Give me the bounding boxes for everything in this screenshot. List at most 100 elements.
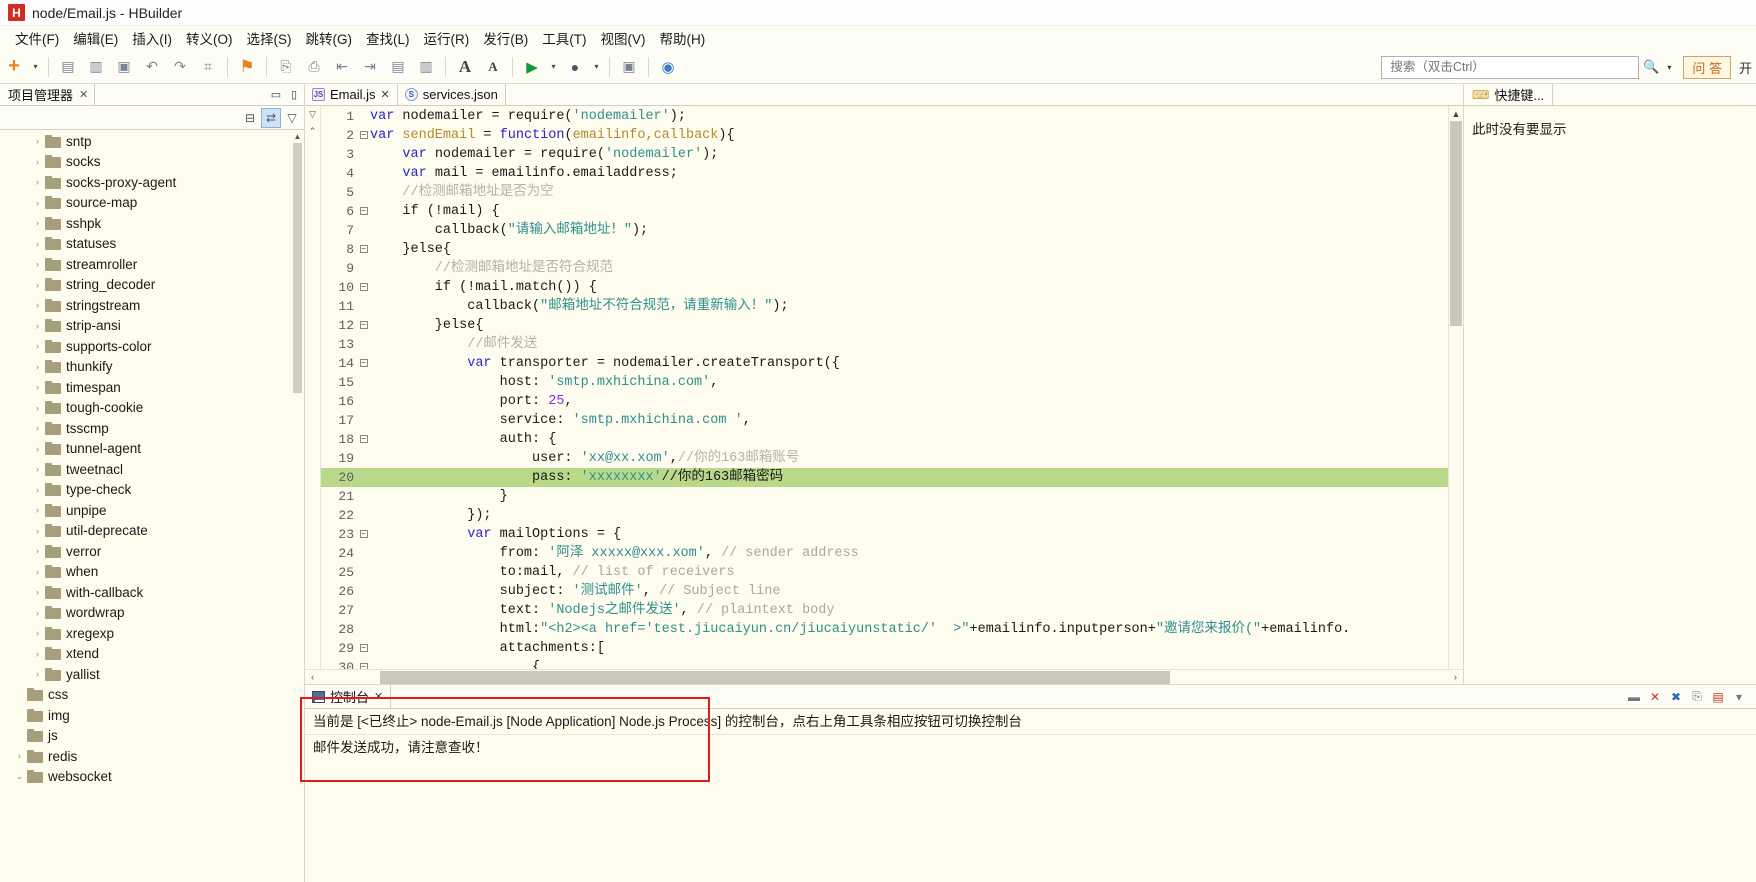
search-icon[interactable]: 🔍 <box>1639 56 1663 79</box>
comment-icon[interactable]: ▤ <box>385 54 411 80</box>
chevron-right-icon[interactable]: › <box>30 218 45 228</box>
tree-item[interactable]: › wordwrap <box>0 603 304 624</box>
chevron-right-icon[interactable]: › <box>30 239 45 249</box>
chevron-right-icon[interactable]: › <box>30 198 45 208</box>
code-line[interactable]: 22 }); <box>321 506 1448 525</box>
code-line[interactable]: 7 callback("请输入邮箱地址！"); <box>321 221 1448 240</box>
chevron-right-icon[interactable]: › <box>30 341 45 351</box>
chevron-right-icon[interactable]: › <box>30 259 45 269</box>
tree-item[interactable]: › timespan <box>0 377 304 398</box>
tree-item[interactable]: › tough-cookie <box>0 398 304 419</box>
scroll-right-icon[interactable]: › <box>1448 672 1463 682</box>
scrollbar-thumb[interactable] <box>1450 121 1462 326</box>
new-plus-icon[interactable]: + <box>1 54 27 80</box>
decrease-font-icon[interactable]: A <box>480 54 506 80</box>
chevron-right-icon[interactable]: › <box>30 177 45 187</box>
fold-toggle-icon[interactable]: − <box>357 240 370 259</box>
project-tree[interactable]: ▲ › sntp › socks › socks-proxy-agent › source-m… <box>0 130 304 882</box>
tree-item[interactable]: › with-callback <box>0 582 304 603</box>
code-line[interactable]: 2− var sendEmail = function(emailinfo,cal… <box>321 126 1448 145</box>
save-icon[interactable]: ▤ <box>55 54 81 80</box>
chevron-right-icon[interactable]: › <box>30 280 45 290</box>
chevron-down-icon[interactable]: ⌄ <box>12 771 27 782</box>
fold-toggle-icon[interactable]: − <box>357 278 370 297</box>
tree-item[interactable]: › yallist <box>0 664 304 685</box>
scrollbar-thumb[interactable] <box>380 670 1170 684</box>
search-dropdown-caret-icon[interactable]: ▾ <box>1663 63 1675 72</box>
tree-item[interactable]: › xtend <box>0 644 304 665</box>
chevron-right-icon[interactable]: › <box>30 464 45 474</box>
hscroll-track[interactable] <box>320 670 1448 684</box>
chevron-right-icon[interactable]: › <box>30 608 45 618</box>
tree-item[interactable]: ⌄ websocket <box>0 767 304 788</box>
preview-icon[interactable]: ▣ <box>616 54 642 80</box>
scroll-top-icon[interactable]: ⌃ <box>309 126 317 137</box>
chevron-right-icon[interactable]: › <box>30 567 45 577</box>
tree-item[interactable]: › verror <box>0 541 304 562</box>
fold-toggle-icon[interactable]: − <box>357 202 370 221</box>
editor-vertical-scrollbar[interactable]: ▲ ▼ <box>1448 106 1463 684</box>
menu-goto[interactable]: 跳转(G) <box>299 26 360 50</box>
tab-console[interactable]: 控制台 ✕ <box>305 685 392 709</box>
tree-item[interactable]: › string_decoder <box>0 275 304 296</box>
chevron-right-icon[interactable]: › <box>30 157 45 167</box>
vscroll-track[interactable] <box>1449 121 1463 669</box>
run-dropdown-caret-icon[interactable]: ▾ <box>547 54 560 80</box>
tree-item[interactable]: › tunnel-agent <box>0 439 304 460</box>
tree-item[interactable]: › unpipe <box>0 500 304 521</box>
pin-console-icon[interactable]: ▤ <box>1711 690 1725 704</box>
minimize-icon[interactable]: ▭ <box>270 88 282 101</box>
chevron-right-icon[interactable]: › <box>30 649 45 659</box>
tree-item[interactable]: › socks <box>0 152 304 173</box>
scroll-left-icon[interactable]: ‹ <box>305 672 320 682</box>
code-line[interactable]: 12− }else{ <box>321 316 1448 335</box>
code-editor[interactable]: ▽ ⌃ 1 var nodemailer = require('nodemaile… <box>305 106 1463 684</box>
console-output[interactable]: 当前是 [<已终止> node-Email.js [Node Applicati… <box>305 709 1756 882</box>
chevron-right-icon[interactable]: › <box>30 321 45 331</box>
code-line[interactable]: 14− var transporter = nodemailer.createT… <box>321 354 1448 373</box>
code-line[interactable]: 29− attachments:[ <box>321 639 1448 658</box>
chevron-right-icon[interactable]: › <box>30 546 45 556</box>
tree-item[interactable]: › type-check <box>0 480 304 501</box>
tree-item[interactable]: › when <box>0 562 304 583</box>
code-line[interactable]: 17 service: 'smtp.mxhichina.com ', <box>321 411 1448 430</box>
menu-edit[interactable]: 编辑(E) <box>66 26 125 50</box>
tree-item[interactable]: img <box>0 705 304 726</box>
code-line[interactable]: 5 //检测邮箱地址是否为空 <box>321 183 1448 202</box>
previous-edit-icon[interactable]: ⎘ <box>273 54 299 80</box>
tree-item[interactable]: css <box>0 685 304 706</box>
redo-icon[interactable]: ↷ <box>167 54 193 80</box>
chevron-right-icon[interactable]: › <box>30 423 45 433</box>
tree-item[interactable]: › redis <box>0 746 304 767</box>
code-line[interactable]: 11 callback("邮箱地址不符合规范，请重新输入！"); <box>321 297 1448 316</box>
scroll-up-icon[interactable]: ▲ <box>291 130 304 143</box>
tree-item[interactable]: › sshpk <box>0 213 304 234</box>
fold-toggle-icon[interactable]: − <box>357 525 370 544</box>
code-line[interactable]: 19 user: 'xx@xx.xom',//你的163邮箱账号 <box>321 449 1448 468</box>
code-line[interactable]: 20 pass: 'xxxxxxxx'//你的163邮箱密码 <box>321 468 1448 487</box>
close-icon[interactable]: ✕ <box>79 88 88 101</box>
chevron-right-icon[interactable]: › <box>30 300 45 310</box>
code-text-area[interactable]: 1 var nodemailer = require('nodemailer');… <box>321 106 1448 684</box>
chevron-right-icon[interactable]: › <box>30 526 45 536</box>
format-icon[interactable]: ⌗ <box>195 54 221 80</box>
chevron-right-icon[interactable]: › <box>30 485 45 495</box>
search-input[interactable] <box>1388 59 1633 75</box>
quick-diff-caret-icon[interactable]: ▽ <box>309 109 316 120</box>
tab-services-json[interactable]: S services.json <box>397 84 506 106</box>
code-line[interactable]: 26 subject: '测试邮件', // Subject line <box>321 582 1448 601</box>
fold-toggle-icon[interactable]: − <box>357 354 370 373</box>
chevron-right-icon[interactable]: › <box>30 382 45 392</box>
save-all-icon[interactable]: ▥ <box>83 54 109 80</box>
tab-email-js[interactable]: JS Email.js ✕ <box>305 84 398 106</box>
code-line[interactable]: 13 //邮件发送 <box>321 335 1448 354</box>
tree-item[interactable]: js <box>0 726 304 747</box>
bookmark-icon[interactable]: ⚑ <box>234 54 260 80</box>
tree-item[interactable]: › source-map <box>0 193 304 214</box>
code-line[interactable]: 3 var nodemailer = require('nodemailer')… <box>321 145 1448 164</box>
code-line[interactable]: 24 from: '阿泽 xxxxx@xxx.xom', // sender a… <box>321 544 1448 563</box>
indent-left-icon[interactable]: ⇤ <box>329 54 355 80</box>
chevron-right-icon[interactable]: › <box>30 362 45 372</box>
scroll-lock-icon[interactable]: ⎘ <box>1690 689 1704 704</box>
chevron-right-icon[interactable]: › <box>30 136 45 146</box>
